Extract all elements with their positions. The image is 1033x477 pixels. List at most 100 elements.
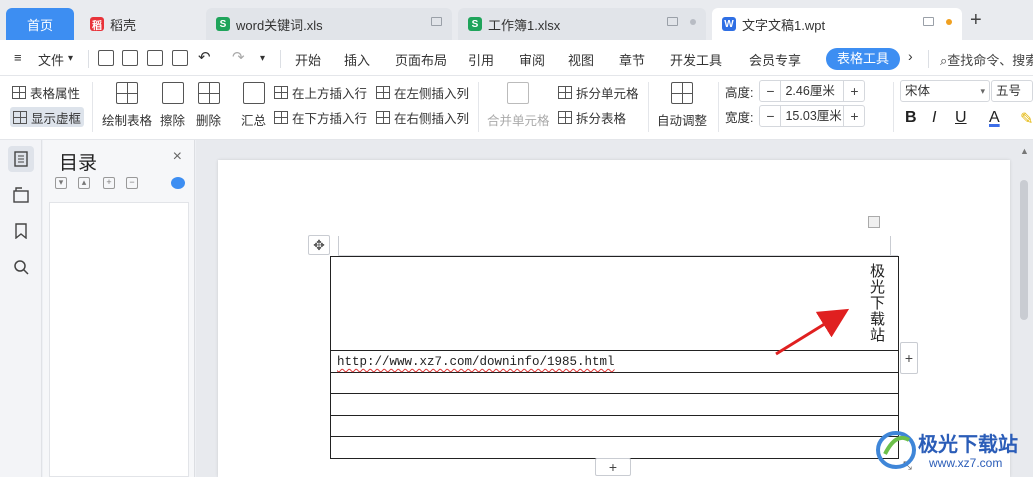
print-preview-icon[interactable] [172,50,188,66]
hamburger-icon[interactable]: ≡ [14,50,22,65]
tab-table-tools[interactable]: 表格工具 [826,48,900,70]
save-icon[interactable] [98,50,114,66]
italic-button[interactable]: I [932,109,936,127]
insert-col-left-label: 在左侧插入列 [394,86,470,101]
vertical-cell-text[interactable]: 极光下载站 [867,263,888,343]
bookmark-icon[interactable] [11,221,31,241]
undo-icon[interactable]: ↶ [198,48,211,66]
summary-button[interactable]: 汇总 [241,82,266,129]
erase-button[interactable]: 擦除 [160,82,185,129]
delete-table-icon [197,82,220,104]
menu-page-layout[interactable]: 页面布局 [395,50,447,69]
command-search[interactable]: ⌕查找命令、搜索 [940,50,1033,69]
url-cell-text[interactable]: http://www.xz7.com/downinfo/1985.html [331,355,615,369]
table-cell[interactable] [330,414,899,437]
show-gridlines-button[interactable]: 显示虚框 [10,107,85,127]
show-gridlines-label: 显示虚框 [31,111,82,126]
draw-table-button[interactable]: 绘制表格 [102,82,152,129]
toc-panel-icon[interactable] [8,146,34,172]
redo-icon[interactable]: ↷ [232,48,245,66]
close-icon[interactable]: × [173,148,182,166]
export-icon[interactable] [122,50,138,66]
table-cell[interactable] [330,393,899,416]
toc-view-icon[interactable] [171,177,185,189]
table-cell[interactable] [330,371,899,394]
menu-insert[interactable]: 插入 [344,50,370,69]
insert-col-left-icon [376,85,390,99]
underline-button[interactable]: U [955,109,967,127]
font-size-select[interactable]: 五号 [991,80,1033,102]
new-tab-button[interactable]: + [970,10,982,30]
font-family-select[interactable]: 宋体 ▾ [900,80,990,102]
table-cell[interactable] [330,436,899,459]
split-cells-button[interactable]: 拆分单元格 [558,82,639,102]
monitor-icon[interactable] [431,17,442,26]
insert-row-below-icon [274,110,288,124]
tab-docer[interactable]: 稻 稻壳 [80,8,200,40]
tab-status-dot-icon[interactable] [690,18,696,25]
chevron-down-icon[interactable]: ▾ [68,53,73,64]
expand-all-icon[interactable]: ▴ [78,177,90,189]
site-watermark: 极光下载站 www.xz7.com [873,424,1033,477]
tab-workbook1-xlsx[interactable]: S 工作簿1.xlsx [458,8,706,40]
font-color-button[interactable]: A [989,109,1000,127]
eraser-icon [161,82,184,104]
delete-button[interactable]: 删除 [196,82,221,129]
auto-adjust-button[interactable]: 自动调整 [657,82,707,129]
collapse-all-icon[interactable]: ▾ [55,177,67,189]
insert-row-below-button[interactable]: 在下方插入行 [274,107,367,127]
toc-list[interactable] [49,202,189,477]
width-increase-button[interactable]: + [844,108,864,124]
tab-home[interactable]: 首页 [6,8,74,40]
monitor-icon[interactable] [923,17,934,26]
row-height-field: 高度: − 2.46厘米 + [725,80,866,102]
tab-document-wpt[interactable]: W 文字文稿1.wpt [712,8,962,40]
insert-col-right-button[interactable]: 在右侧插入列 [376,107,469,127]
add-row-button[interactable]: + [595,458,631,476]
menu-review[interactable]: 审阅 [519,50,545,69]
tab-word-keywords-xls[interactable]: S word关键词.xls [206,8,452,40]
menu-references[interactable]: 引用 [468,50,494,69]
add-column-button[interactable]: + [900,342,918,374]
search-icon[interactable] [11,257,31,277]
summary-icon [242,82,265,104]
width-decrease-button[interactable]: − [760,108,780,124]
row-height-input[interactable]: 2.46厘米 [780,81,845,101]
menu-start[interactable]: 开始 [295,50,321,69]
table-row[interactable] [330,414,899,437]
nav-pane-icon[interactable] [11,185,31,205]
print-icon[interactable] [147,50,163,66]
quick-access-more-icon[interactable]: ▾ [260,53,265,64]
vertical-scrollbar[interactable] [1020,180,1028,320]
table-move-handle[interactable]: ✥ [308,235,330,255]
col-width-field: 宽度: − 15.03厘米 + [725,105,866,127]
tab-wpt-label: 文字文稿1.wpt [742,17,826,33]
table-properties-button[interactable]: 表格属性 [12,82,80,102]
height-decrease-button[interactable]: − [760,83,780,99]
tab-home-label: 首页 [26,17,53,33]
chevron-right-icon[interactable]: › [908,48,913,64]
insert-col-left-button[interactable]: 在左侧插入列 [376,82,469,102]
menu-member[interactable]: 会员专享 [749,50,801,69]
menu-developer[interactable]: 开发工具 [670,50,722,69]
table-row[interactable] [330,436,899,459]
bold-button[interactable]: B [905,109,917,127]
col-width-input[interactable]: 15.03厘米 [780,106,845,126]
height-increase-button[interactable]: + [844,83,864,99]
menu-chapter[interactable]: 章节 [619,50,645,69]
highlight-icon[interactable]: ✎ [1020,109,1033,129]
scroll-up-icon[interactable]: ▲ [1020,146,1029,156]
menu-view[interactable]: 视图 [568,50,594,69]
split-table-button[interactable]: 拆分表格 [558,107,626,127]
add-heading-icon[interactable]: + [103,177,115,189]
table-row[interactable] [330,371,899,394]
unsaved-dot-icon[interactable] [946,18,952,25]
remove-heading-icon[interactable]: − [126,177,138,189]
table-row[interactable] [330,393,899,416]
merge-cells-button[interactable]: 合并单元格 [487,82,550,129]
paragraph-mark-icon[interactable] [868,216,880,228]
insert-row-above-button[interactable]: 在上方插入行 [274,82,367,102]
monitor-icon[interactable] [667,17,678,26]
file-menu[interactable]: 文件 [38,50,64,69]
insert-row-above-icon [274,85,288,99]
